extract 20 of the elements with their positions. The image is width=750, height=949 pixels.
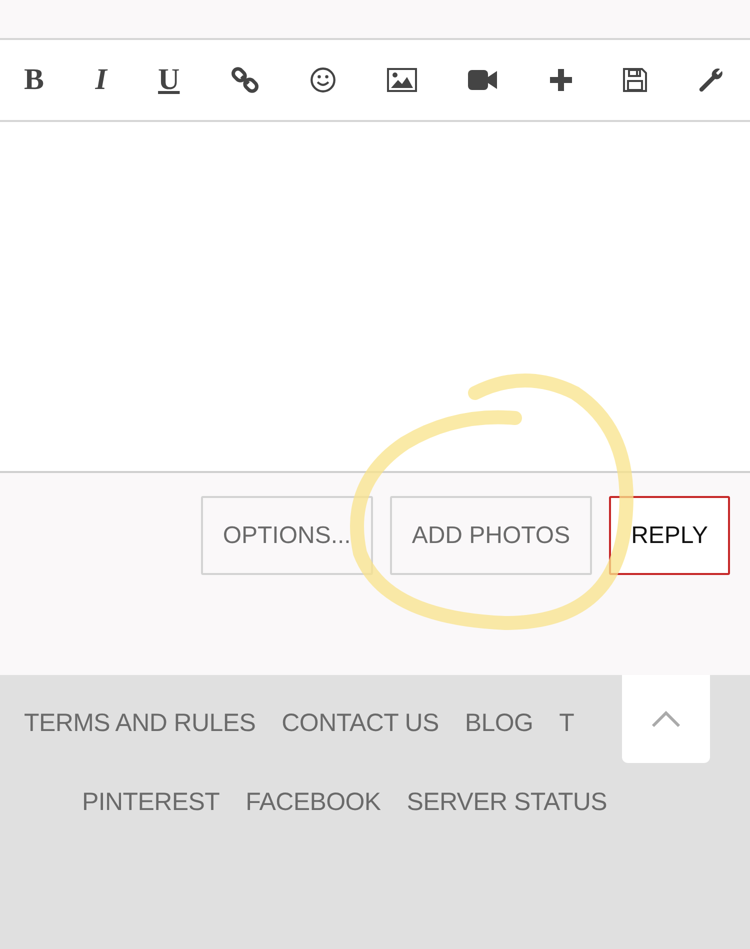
action-button[interactable]: OPTIONS... [200, 496, 373, 575]
footer-link[interactable]: CONTACT US [282, 709, 439, 738]
smiley-icon[interactable] [310, 67, 336, 93]
bold-button[interactable]: B [24, 65, 44, 95]
footer-link[interactable]: SERVER STATUS [406, 788, 608, 817]
footer-link[interactable]: FACEBOOK [246, 788, 381, 817]
video-camera-icon[interactable] [468, 69, 498, 91]
image-icon[interactable] [387, 68, 418, 92]
action-button[interactable]: ADD PHOTOS [390, 496, 592, 575]
underline-button[interactable]: U [158, 65, 180, 95]
footer-link[interactable]: BLOG [464, 709, 534, 738]
save-icon[interactable] [622, 68, 647, 92]
wrench-icon[interactable] [698, 67, 724, 93]
chevron-up-icon [651, 710, 681, 728]
footer-link[interactable]: PINTEREST [82, 788, 220, 817]
plus-icon[interactable] [550, 69, 572, 91]
link-icon[interactable] [230, 66, 259, 94]
footer-link[interactable]: TERMS AND RULES [24, 709, 256, 738]
italic-button[interactable]: I [95, 65, 107, 95]
footer-link[interactable]: T [559, 709, 574, 738]
